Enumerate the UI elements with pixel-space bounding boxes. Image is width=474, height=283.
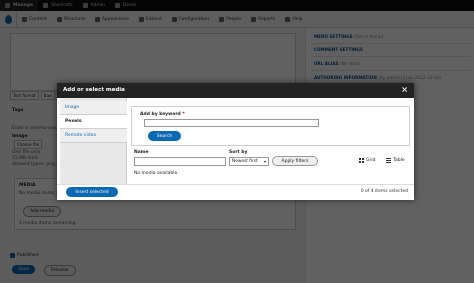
sort-by-label: Sort by bbox=[229, 150, 248, 155]
required-marker: * bbox=[182, 112, 185, 117]
dialog-titlebar: Add or select media × bbox=[57, 83, 414, 98]
media-library-dialog: Add or select media × Image Pexels Remot… bbox=[57, 83, 414, 200]
selection-count: 0 of 4 items selected bbox=[360, 189, 408, 194]
media-type-tabs: Image Pexels Remote video bbox=[60, 98, 127, 185]
keyword-label-text: Add by keyword bbox=[140, 112, 181, 117]
name-filter-label: Name bbox=[134, 150, 149, 155]
grid-icon bbox=[359, 158, 364, 163]
add-by-keyword-panel: Add by keyword * Search bbox=[131, 106, 410, 146]
dialog-title: Add or select media bbox=[63, 87, 125, 93]
close-icon[interactable]: × bbox=[401, 85, 408, 95]
chevron-down-icon: ▾ bbox=[263, 159, 266, 164]
insert-selected-button[interactable]: Insert selected bbox=[66, 187, 118, 197]
grid-view-label: Grid bbox=[366, 158, 376, 163]
apply-filters-button[interactable]: Apply filters bbox=[272, 156, 318, 166]
keyword-label: Add by keyword * bbox=[140, 112, 185, 117]
sort-by-value: Newest first bbox=[232, 159, 258, 164]
tab-remote-video[interactable]: Remote video bbox=[60, 129, 127, 143]
table-view-toggle[interactable]: Table bbox=[386, 158, 405, 163]
search-button[interactable]: Search bbox=[148, 131, 181, 141]
sort-by-select[interactable]: Newest first ▾ bbox=[229, 157, 269, 166]
tab-pexels[interactable]: Pexels bbox=[60, 115, 127, 129]
empty-results-text: No media available. bbox=[134, 171, 179, 176]
dialog-footer: Insert selected 0 of 4 items selected bbox=[57, 184, 414, 200]
table-view-label: Table bbox=[393, 158, 405, 163]
name-filter-input[interactable] bbox=[134, 157, 226, 166]
keyword-input[interactable] bbox=[144, 119, 319, 127]
table-icon bbox=[386, 158, 391, 163]
tab-image[interactable]: Image bbox=[60, 101, 127, 115]
grid-view-toggle[interactable]: Grid bbox=[359, 158, 375, 163]
